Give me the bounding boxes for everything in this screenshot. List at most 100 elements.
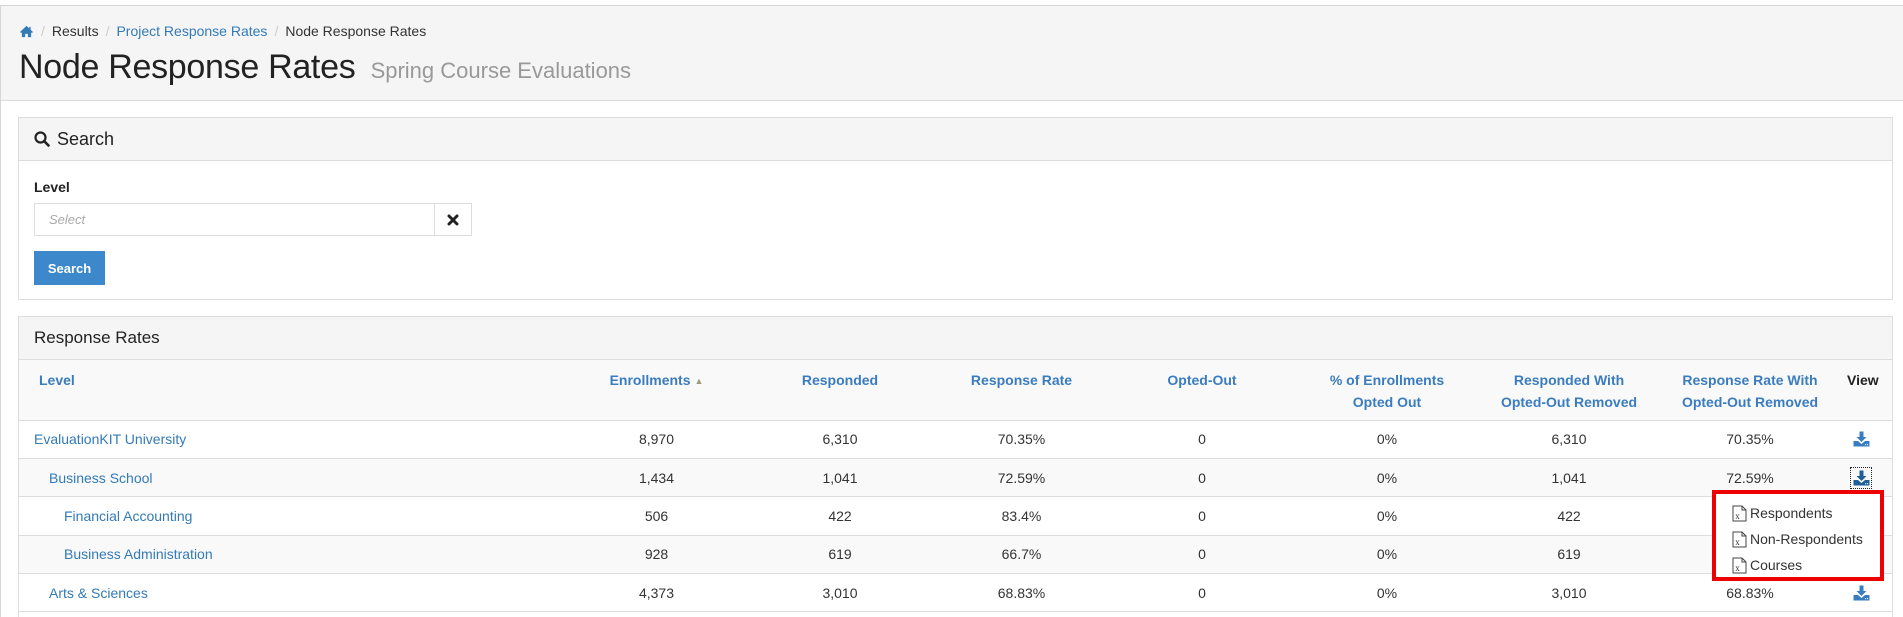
column-header-pct-opted-out[interactable]: % of Enrollments Opted Out [1295,360,1479,421]
level-cell: EvaluationKIT University [19,420,567,459]
response-rate-cell: 70.35% [934,420,1109,459]
search-panel-title: Search [57,128,115,149]
excel-file-icon: x [1732,531,1747,547]
search-panel: Search Level Search [18,117,1893,300]
close-icon [447,214,459,225]
level-link[interactable]: Business Administration [64,546,213,562]
level-link[interactable]: Business School [49,470,153,486]
responded-without-opted-out-cell: 3,010 [1479,573,1659,613]
breadcrumb-separator: / [105,23,110,39]
opted-out-cell: 0 [1109,496,1295,536]
level-cell: Business School [19,458,567,498]
responded-cell: 6,310 [746,420,934,459]
page-header: / Results / Project Response Rates / Nod… [1,6,1903,101]
level-cell: Business Administration [19,535,567,575]
download-button[interactable] [1850,466,1872,489]
responded-without-opted-out-cell: 422 [1479,496,1659,536]
column-header-enrollments[interactable]: Enrollments ▲ [567,360,746,421]
home-icon[interactable] [19,25,34,38]
sort-ascending-icon: ▲ [694,376,704,386]
table-row: Financial Accounting 506 422 83.4% 0 0% 422 [19,496,1892,536]
breadcrumb-separator: / [274,23,279,39]
column-header-responded[interactable]: Responded [746,360,934,421]
page-title-text: Node Response Rates [19,48,356,86]
search-panel-heading: Search [19,118,1892,161]
svg-text:x: x [1735,563,1740,573]
download-button[interactable] [1851,429,1871,449]
response-rates-heading: Response Rates [19,317,1892,360]
response-rate-cell: 83.4% [934,496,1109,536]
column-header-level[interactable]: Level [19,360,567,421]
level-cell: Financial Accounting [19,496,567,536]
export-non-respondents[interactable]: x Non-Respondents [1716,526,1880,552]
table-row: Business Administration 928 619 66.7% 0 0% 619 [19,535,1892,575]
download-icon [1853,431,1869,447]
opted-out-cell: 0 [1109,420,1295,459]
column-header-enrollments-label: Enrollments [609,372,691,388]
response-rate-cell: 66.7% [934,535,1109,575]
level-cell: Arts & Sciences [19,573,567,613]
response-rate-cell: 68.83% [934,573,1109,613]
table-row: Business School 1,434 1,041 72.59% 0 0% 1,041 7… [19,458,1892,498]
excel-file-icon: x [1732,505,1747,521]
view-cell [1841,420,1892,459]
search-button[interactable]: Search [34,251,105,285]
opted-out-cell: 0 [1109,573,1295,613]
enrollments-cell: 506 [567,496,746,536]
level-label: Level [34,179,70,195]
table-row: EvaluationKIT University 8,970 6,310 70.35%… [19,420,1892,459]
responded-cell: 422 [746,496,934,536]
level-link[interactable]: Arts & Sciences [49,585,148,601]
responded-cell: 1,041 [746,458,934,498]
breadcrumb-separator: / [41,23,45,39]
breadcrumb-current: Node Response Rates [285,23,427,39]
level-select[interactable] [34,203,434,236]
opted-out-cell: 0 [1109,535,1295,575]
svg-text:x: x [1735,511,1740,521]
column-header-opted-out[interactable]: Opted-Out [1109,360,1295,421]
response-rate-cell: 72.59% [934,458,1109,498]
pct-opted-out-cell: 0% [1295,458,1479,498]
svg-text:x: x [1735,537,1740,547]
table-row: Arts & Sciences 4,373 3,010 68.83% 0 0% 3,010 6… [19,573,1892,613]
page-subtitle: Spring Course Evaluations [370,58,632,83]
breadcrumb-project-response-rates[interactable]: Project Response Rates [116,23,267,39]
column-header-view: View [1841,360,1892,421]
export-respondents-label: Respondents [1750,505,1833,521]
table-header-row: Level Enrollments ▲ Responded Response Ra… [19,360,1892,421]
column-header-rate-without-opted-out[interactable]: Response Rate With Opted-Out Removed [1659,360,1841,421]
export-courses[interactable]: x Courses [1716,552,1880,578]
level-link[interactable]: EvaluationKIT University [34,431,186,447]
responded-without-opted-out-cell: 1,041 [1479,458,1659,498]
rate-without-opted-out-cell: 70.35% [1659,420,1841,459]
responded-cell: 3,010 [746,573,934,613]
response-rates-panel: Response Rates Level Enrollments ▲ Respon… [18,316,1893,617]
pct-opted-out-cell: 0% [1295,535,1479,575]
export-dropdown-menu: x Respondents x Non-Respondents x Course… [1712,490,1884,581]
export-courses-label: Courses [1750,557,1803,573]
enrollments-cell: 8,970 [567,420,746,459]
download-icon [1853,470,1869,486]
export-non-respondents-label: Non-Respondents [1750,531,1863,547]
breadcrumb: / Results / Project Response Rates / Nod… [19,21,426,41]
enrollments-cell: 928 [567,535,746,575]
column-header-response-rate[interactable]: Response Rate [934,360,1109,421]
column-header-responded-without-opted-out[interactable]: Responded With Opted-Out Removed [1479,360,1659,421]
clear-level-button[interactable] [434,203,472,236]
level-link[interactable]: Financial Accounting [64,508,192,524]
response-rates-title: Response Rates [34,328,160,347]
download-icon [1853,585,1869,601]
search-icon [34,131,50,147]
level-select-input[interactable] [47,211,422,228]
responded-cell: 619 [746,535,934,575]
export-respondents[interactable]: x Respondents [1716,500,1880,526]
enrollments-cell: 1,434 [567,458,746,498]
enrollments-cell: 4,373 [567,573,746,613]
pct-opted-out-cell: 0% [1295,496,1479,536]
table-body: EvaluationKIT University 8,970 6,310 70.35%… [19,420,1892,613]
opted-out-cell: 0 [1109,458,1295,498]
download-button[interactable] [1851,583,1871,603]
responded-without-opted-out-cell: 6,310 [1479,420,1659,459]
pct-opted-out-cell: 0% [1295,573,1479,613]
page-title: Node Response Rates Spring Course Evalua… [19,48,631,87]
